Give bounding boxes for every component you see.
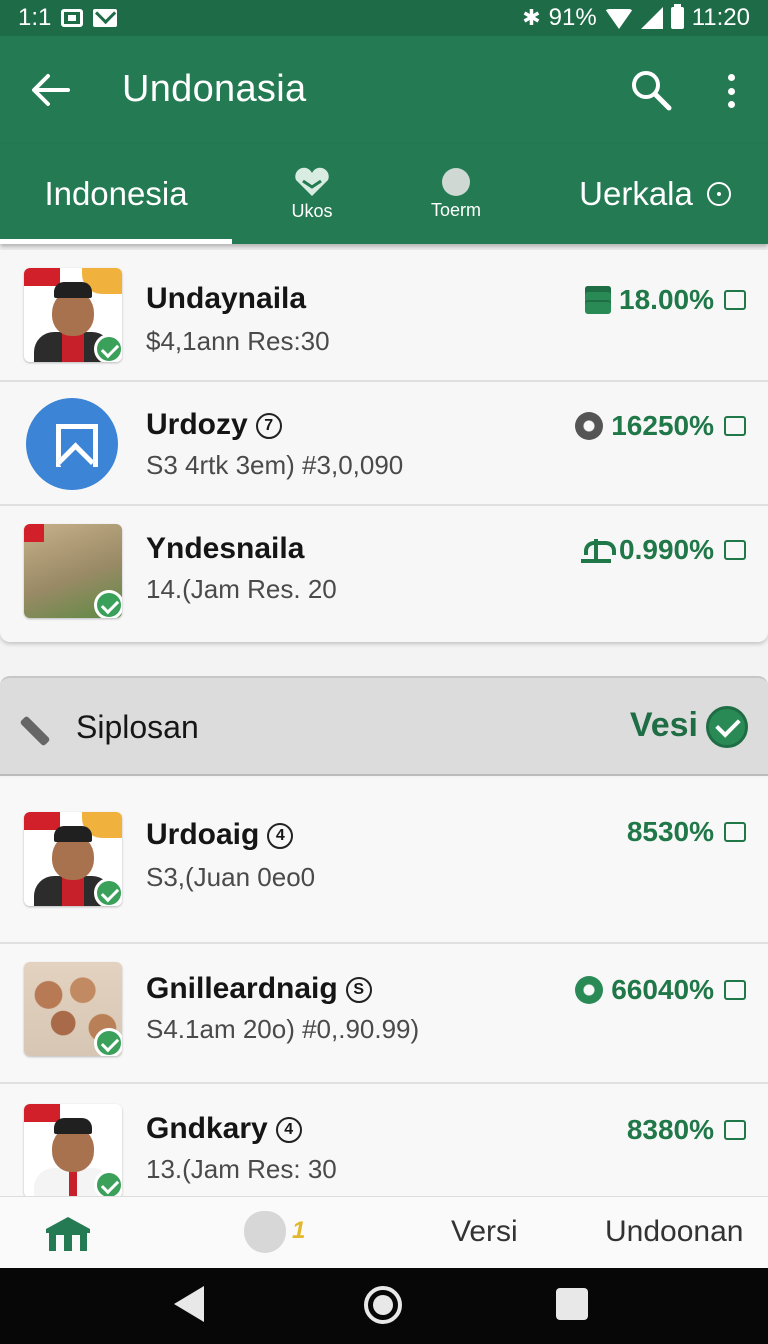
heart-icon — [295, 167, 329, 196]
open-icon[interactable] — [724, 416, 746, 436]
search-icon[interactable] — [630, 69, 672, 111]
tab-label: Uerkala — [579, 175, 693, 212]
status-time-left: 1:1 — [18, 4, 52, 31]
verified-icon — [94, 1170, 122, 1198]
open-icon[interactable] — [724, 540, 746, 560]
avatar — [24, 962, 122, 1056]
item-stat: 8380% — [627, 1114, 746, 1146]
item-subtitle: S3 4rtk 3em) #3,0,090 — [146, 450, 404, 480]
bottom-nav: 1 Versi Undoonan — [0, 1196, 768, 1268]
list-item[interactable]: Yndesnaila 14.(Jam Res. 20 0.990% — [0, 506, 768, 642]
tab-indonesia[interactable]: Indonesia — [0, 144, 232, 244]
battery-icon — [670, 4, 684, 29]
section-header: Siplosan Vesi — [0, 676, 768, 776]
verified-icon — [94, 1028, 122, 1056]
item-subtitle: S3,(Juan 0eo0 — [146, 862, 316, 892]
arrow-left-icon[interactable] — [30, 72, 70, 108]
tab-indicator — [0, 239, 232, 244]
tab-label: Ukos — [291, 200, 333, 221]
tab-bar: Indonesia Ukos Toerm Uerkala — [0, 144, 768, 244]
gear-icon — [575, 412, 604, 440]
open-icon[interactable] — [724, 1120, 746, 1140]
verified-icon — [94, 878, 122, 906]
nav-undoonan[interactable]: Undoonan — [605, 1215, 743, 1249]
item-badge: S — [345, 977, 372, 1004]
tab-toerm[interactable]: Toerm — [406, 144, 506, 244]
item-stat: 66040% — [575, 974, 746, 1006]
info-icon — [706, 182, 731, 206]
bottom-list: Urdoaig 4 S3,(Juan 0eo0 8530% Gnilleardna… — [0, 778, 768, 1198]
item-name: Undaynaila — [146, 282, 307, 315]
section-action[interactable]: Vesi — [630, 706, 698, 745]
bookmark-icon — [26, 398, 118, 490]
item-name: Yndesnaila — [146, 532, 305, 565]
avatar — [24, 524, 122, 618]
tab-label: Toerm — [430, 199, 481, 220]
apple-icon[interactable] — [244, 1211, 286, 1253]
status-bar: 1:1 ✱ 91% 11:20 — [0, 0, 768, 36]
battery-percent: 91% — [548, 4, 597, 31]
tab-uerkala[interactable]: Uerkala — [560, 144, 750, 244]
screenshot-icon — [61, 9, 84, 27]
tab-label: Indonesia — [44, 175, 188, 212]
item-subtitle: S4.1am 20o) #0,.90.99) — [146, 1014, 420, 1044]
tab-ukos[interactable]: Ukos — [262, 144, 362, 244]
plant-icon — [581, 537, 617, 563]
list-item[interactable]: Gndkary 4 13.(Jam Res: 30 8380% — [0, 1084, 768, 1198]
item-stat: 18.00% — [585, 284, 746, 316]
avatar — [24, 812, 122, 906]
wifi-icon — [604, 9, 633, 29]
list-item[interactable]: Gnilleardnaig S S4.1am 20o) #0,.90.99) 66… — [0, 944, 768, 1084]
app-bar: Undonasia — [0, 36, 768, 144]
verified-icon — [94, 590, 122, 618]
item-badge: 4 — [275, 1117, 302, 1144]
item-badge: 4 — [267, 823, 294, 850]
item-name: Urdoaig 4 — [146, 818, 294, 852]
item-subtitle: 13.(Jam Res: 30 — [146, 1154, 337, 1184]
nav-versi[interactable]: Versi — [451, 1215, 518, 1249]
item-stat: 0.990% — [581, 534, 746, 566]
avatar — [24, 268, 122, 362]
check-circle-icon[interactable] — [706, 706, 748, 748]
item-name: Gndkary 4 — [146, 1112, 302, 1146]
mail-icon — [93, 9, 118, 27]
item-name: Urdozy 7 — [146, 408, 282, 442]
recents-icon[interactable] — [556, 1288, 588, 1320]
document-icon — [585, 286, 612, 314]
item-stat: 16250% — [575, 410, 746, 442]
pencil-icon — [19, 715, 51, 747]
page-title: Undonasia — [122, 68, 307, 110]
home-circle-icon[interactable] — [364, 1286, 402, 1324]
circle-icon — [442, 167, 470, 196]
open-icon[interactable] — [724, 290, 746, 310]
nav-badge: 1 — [292, 1217, 306, 1244]
gear-icon — [575, 976, 604, 1004]
system-nav-bar — [0, 1268, 768, 1344]
list-item[interactable]: Undaynaila $4,1ann Res:30 18.00% — [0, 250, 768, 382]
item-name: Gnilleardnaig S — [146, 972, 372, 1006]
item-subtitle: $4,1ann Res:30 — [146, 326, 330, 356]
section-title: Siplosan — [76, 709, 199, 745]
item-badge: 7 — [255, 413, 282, 440]
verified-icon — [94, 334, 122, 362]
more-vert-icon[interactable] — [718, 74, 744, 108]
item-subtitle: 14.(Jam Res. 20 — [146, 574, 337, 604]
avatar — [24, 1104, 122, 1198]
list-item[interactable]: Urdozy 7 S3 4rtk 3em) #3,0,090 16250% — [0, 382, 768, 506]
open-icon[interactable] — [724, 980, 746, 1000]
home-icon[interactable] — [44, 1215, 92, 1251]
open-icon[interactable] — [724, 822, 746, 842]
list-item[interactable]: Urdoaig 4 S3,(Juan 0eo0 8530% — [0, 778, 768, 944]
status-clock: 11:20 — [691, 4, 750, 31]
back-icon[interactable] — [174, 1286, 204, 1322]
top-list: Undaynaila $4,1ann Res:30 18.00% Urdozy 7… — [0, 250, 768, 642]
item-stat: 8530% — [627, 816, 746, 848]
bluetooth-icon: ✱ — [522, 5, 541, 30]
signal-icon — [640, 7, 663, 29]
